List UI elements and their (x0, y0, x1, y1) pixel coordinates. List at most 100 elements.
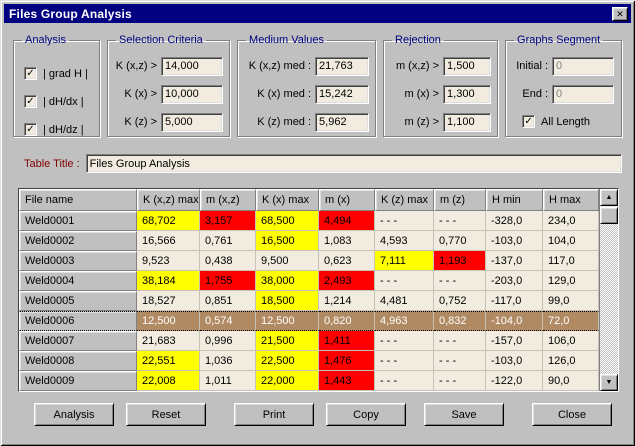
table-cell[interactable]: 129,0 (543, 271, 599, 291)
table-cell[interactable]: 0,770 (434, 231, 486, 251)
save-button[interactable]: Save (424, 403, 504, 426)
table-cell[interactable]: 0,996 (200, 331, 256, 351)
table-cell[interactable]: - - - (375, 351, 434, 371)
vertical-scrollbar[interactable]: ▲ ▼ (599, 189, 618, 391)
table-cell[interactable]: 1,443 (319, 371, 375, 391)
table-cell[interactable]: 4,963 (375, 311, 434, 331)
table-cell[interactable]: - - - (375, 331, 434, 351)
table-cell[interactable]: 12,500 (137, 311, 200, 331)
table-cell[interactable]: - - - (434, 371, 486, 391)
row-header[interactable]: Weld0005 (19, 291, 137, 311)
table-cell[interactable]: 16,566 (137, 231, 200, 251)
row-header[interactable]: Weld0009 (19, 371, 137, 391)
table-cell[interactable]: 72,0 (543, 311, 599, 331)
table-cell[interactable]: 0,623 (319, 251, 375, 271)
close-action-button[interactable]: Close (532, 403, 612, 426)
table-cell[interactable]: 0,820 (319, 311, 375, 331)
table-cell[interactable]: 18,527 (137, 291, 200, 311)
table-title-input[interactable] (86, 154, 622, 173)
row-header[interactable]: Weld0006 (19, 311, 137, 331)
row-header[interactable]: Weld0002 (19, 231, 137, 251)
table-cell[interactable]: 68,500 (256, 211, 319, 231)
table-cell[interactable]: 99,0 (543, 291, 599, 311)
kz-threshold-input[interactable] (161, 113, 223, 132)
table-cell[interactable]: 1,011 (200, 371, 256, 391)
table-cell[interactable]: 18,500 (256, 291, 319, 311)
table-cell[interactable]: 68,702 (137, 211, 200, 231)
table-cell[interactable]: 9,500 (256, 251, 319, 271)
kxz-threshold-input[interactable] (161, 57, 223, 76)
table-cell[interactable]: - - - (375, 371, 434, 391)
scrollbar-thumb[interactable] (600, 207, 618, 224)
table-cell[interactable]: 3,157 (200, 211, 256, 231)
table-row[interactable]: Weld000438,1841,75538,0002,493- - -- - -… (19, 271, 599, 291)
dhdz-checkbox[interactable]: ✓ (24, 123, 37, 136)
dhdx-checkbox[interactable]: ✓ (24, 95, 37, 108)
table-cell[interactable]: 0,761 (200, 231, 256, 251)
mx-threshold-input[interactable] (443, 85, 491, 104)
table-cell[interactable]: - - - (375, 271, 434, 291)
initial-input[interactable] (552, 57, 614, 76)
table-cell[interactable]: 90,0 (543, 371, 599, 391)
table-cell[interactable]: 1,755 (200, 271, 256, 291)
table-cell[interactable]: - - - (434, 331, 486, 351)
table-cell[interactable]: - - - (434, 211, 486, 231)
table-cell[interactable]: 22,500 (256, 351, 319, 371)
print-button[interactable]: Print (234, 403, 314, 426)
table-cell[interactable]: 21,683 (137, 331, 200, 351)
table-cell[interactable]: 0,574 (200, 311, 256, 331)
table-cell[interactable]: 234,0 (543, 211, 599, 231)
table-cell[interactable]: 1,036 (200, 351, 256, 371)
table-cell[interactable]: 0,438 (200, 251, 256, 271)
table-cell[interactable]: -137,0 (486, 251, 543, 271)
scroll-down-button[interactable]: ▼ (600, 374, 618, 391)
table-cell[interactable]: 0,832 (434, 311, 486, 331)
row-header[interactable]: Weld0001 (19, 211, 137, 231)
table-row[interactable]: Weld000168,7023,15768,5004,494- - -- - -… (19, 211, 599, 231)
table-cell[interactable]: 38,000 (256, 271, 319, 291)
table-cell[interactable]: 1,214 (319, 291, 375, 311)
reset-button[interactable]: Reset (126, 403, 206, 426)
table-cell[interactable]: - - - (375, 211, 434, 231)
table-row[interactable]: Weld000518,5270,85118,5001,2144,4810,752… (19, 291, 599, 311)
table-row[interactable]: Weld000612,5000,57412,5000,8204,9630,832… (19, 311, 599, 331)
table-cell[interactable]: 21,500 (256, 331, 319, 351)
table-cell[interactable]: -122,0 (486, 371, 543, 391)
table-cell[interactable]: -117,0 (486, 291, 543, 311)
table-cell[interactable]: 7,111 (375, 251, 434, 271)
all-length-checkbox-row[interactable]: ✓ All Length (522, 113, 615, 130)
table-cell[interactable]: 22,008 (137, 371, 200, 391)
table-cell[interactable]: 104,0 (543, 231, 599, 251)
table-cell[interactable]: - - - (434, 351, 486, 371)
title-bar[interactable]: Files Group Analysis ✕ (4, 4, 631, 23)
grad-h-checkbox-row[interactable]: ✓ | grad H | (24, 65, 93, 82)
grad-h-checkbox[interactable]: ✓ (24, 67, 37, 80)
table-cell[interactable]: 1,193 (434, 251, 486, 271)
close-button[interactable]: ✕ (612, 7, 628, 21)
table-cell[interactable]: 0,851 (200, 291, 256, 311)
table-cell[interactable]: 117,0 (543, 251, 599, 271)
table-cell[interactable]: - - - (434, 271, 486, 291)
table-cell[interactable]: 1,083 (319, 231, 375, 251)
table-cell[interactable]: 22,551 (137, 351, 200, 371)
table-cell[interactable]: 9,523 (137, 251, 200, 271)
kx-threshold-input[interactable] (161, 85, 223, 104)
scrollbar-track[interactable] (600, 224, 618, 374)
table-cell[interactable]: 1,411 (319, 331, 375, 351)
mz-threshold-input[interactable] (443, 113, 491, 132)
table-cell[interactable]: 126,0 (543, 351, 599, 371)
table-cell[interactable]: 38,184 (137, 271, 200, 291)
table-cell[interactable]: -103,0 (486, 351, 543, 371)
table-cell[interactable]: -157,0 (486, 331, 543, 351)
copy-button[interactable]: Copy (326, 403, 406, 426)
table-cell[interactable]: 0,752 (434, 291, 486, 311)
table-row[interactable]: Weld000721,6830,99621,5001,411- - -- - -… (19, 331, 599, 351)
table-row[interactable]: Weld000216,5660,76116,5001,0834,5930,770… (19, 231, 599, 251)
table-cell[interactable]: 22,000 (256, 371, 319, 391)
table-row[interactable]: Weld000922,0081,01122,0001,443- - -- - -… (19, 371, 599, 391)
table-row[interactable]: Weld00039,5230,4389,5000,6237,1111,193-1… (19, 251, 599, 271)
table-cell[interactable]: 12,500 (256, 311, 319, 331)
table-cell[interactable]: -103,0 (486, 231, 543, 251)
table-cell[interactable]: 4,481 (375, 291, 434, 311)
scroll-up-button[interactable]: ▲ (600, 189, 618, 206)
